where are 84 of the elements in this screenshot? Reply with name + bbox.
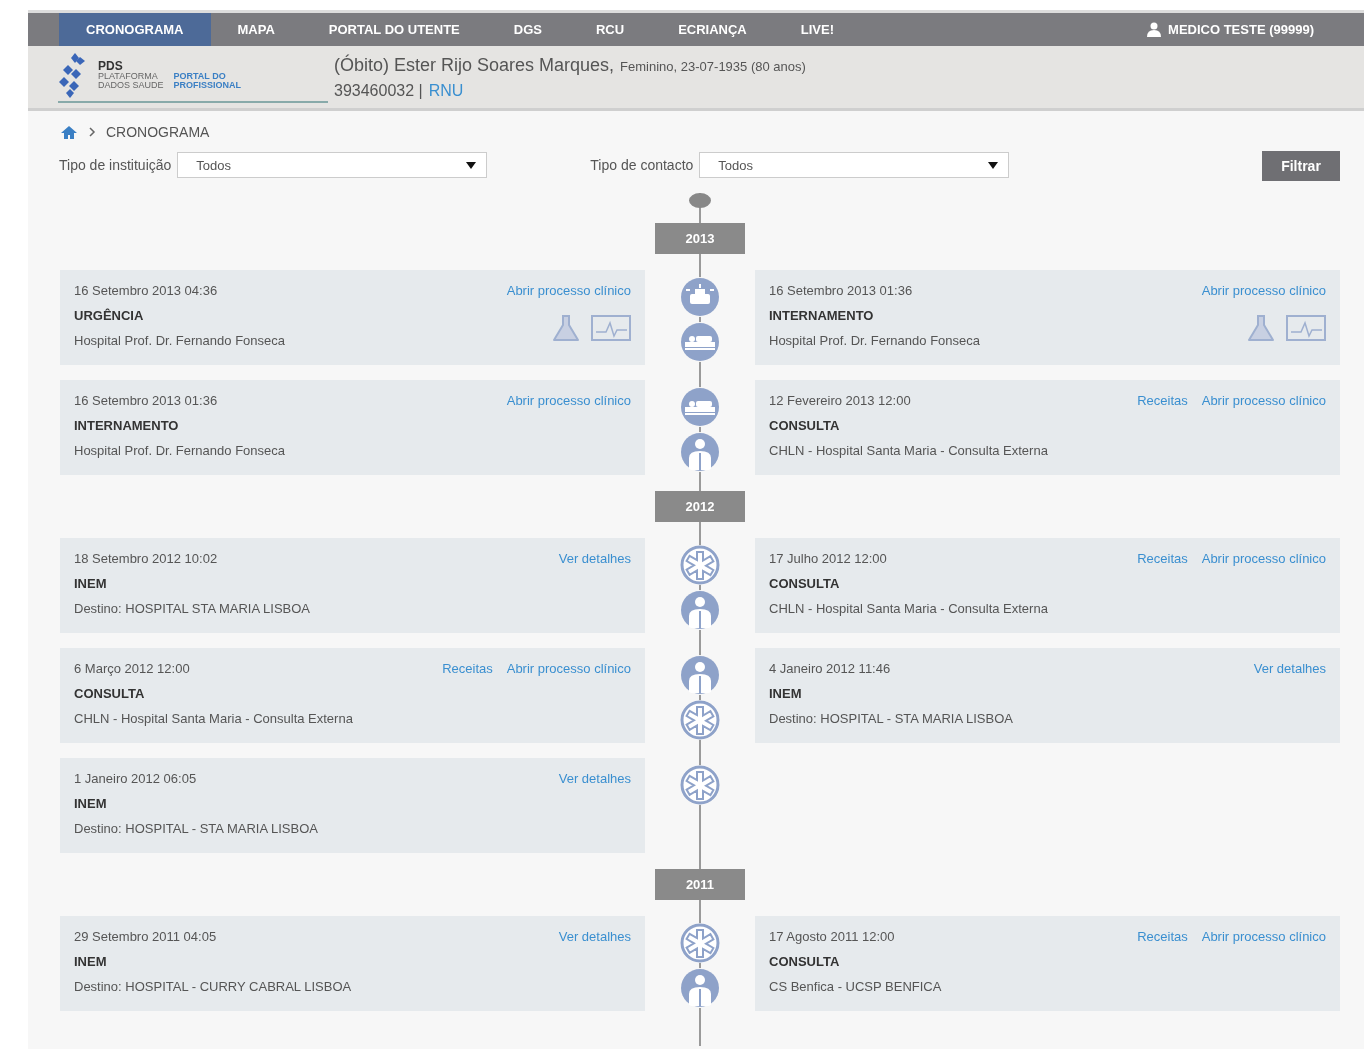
event-link[interactable]: Abrir processo clínico bbox=[506, 283, 631, 298]
year-label: 2013 bbox=[655, 223, 745, 254]
event-link[interactable]: Ver detalhes bbox=[558, 551, 631, 566]
logo-subtitle: PLATAFORMA bbox=[98, 72, 159, 81]
filter-dropdown[interactable]: Todos bbox=[699, 152, 1010, 178]
event-date: 18 Setembro 2012 10:02 bbox=[74, 551, 219, 566]
year-label: 2012 bbox=[655, 491, 745, 522]
event-date: 4 Janeiro 2012 11:46 bbox=[769, 661, 892, 676]
flask-icon[interactable] bbox=[551, 314, 581, 342]
event-type: INTERNAMENTO bbox=[769, 308, 875, 323]
event-type: CONSULTA bbox=[769, 418, 841, 433]
filter-label: Tipo de contacto bbox=[590, 157, 694, 173]
nav-tab[interactable]: ECRIANÇA bbox=[651, 13, 774, 46]
event-location: Destino: HOSPITAL - STA MARIA LISBOA bbox=[769, 711, 1014, 726]
nav-tab[interactable]: LIVE! bbox=[773, 13, 861, 46]
caret-icon bbox=[466, 161, 477, 169]
event-type: INEM bbox=[74, 796, 108, 811]
portal-label: PROFISSIONAL bbox=[173, 81, 242, 90]
user-icon bbox=[1146, 22, 1163, 37]
event-link[interactable]: Abrir processo clínico bbox=[1201, 929, 1326, 944]
nav-tab[interactable]: DGS bbox=[486, 13, 569, 46]
event-date: 16 Setembro 2013 01:36 bbox=[769, 283, 914, 298]
portal-label: PORTAL DO bbox=[173, 72, 227, 81]
year-label: 2011 bbox=[655, 869, 745, 900]
nav-tab[interactable]: PORTAL DO UTENTE bbox=[301, 13, 487, 46]
chart-icon[interactable] bbox=[1286, 315, 1326, 341]
patient-name: (Óbito) Ester Rijo Soares Marques, bbox=[334, 54, 615, 76]
timeline-start-dot bbox=[689, 193, 711, 208]
logo-subtitle: DADOS SAUDE bbox=[98, 81, 164, 90]
event-location: CHLN - Hospital Santa Maria - Consulta Externa bbox=[769, 443, 1049, 458]
event-link[interactable]: Receitas bbox=[1137, 551, 1188, 566]
event-location: Destino: HOSPITAL - CURRY CABRAL LISBOA bbox=[74, 979, 353, 994]
logo-title: PDS bbox=[98, 60, 124, 72]
flask-icon[interactable] bbox=[1246, 314, 1276, 342]
event-link[interactable]: Ver detalhes bbox=[558, 929, 631, 944]
event-date: 17 Agosto 2011 12:00 bbox=[769, 929, 896, 944]
event-type: INEM bbox=[74, 576, 108, 591]
event-location: CHLN - Hospital Santa Maria - Consulta Externa bbox=[769, 601, 1049, 616]
event-date: 12 Fevereiro 2013 12:00 bbox=[769, 393, 912, 408]
event-type: URGÊNCIA bbox=[74, 308, 145, 323]
patient-number: 393460032 | bbox=[334, 81, 423, 100]
event-link[interactable]: Abrir processo clínico bbox=[1201, 551, 1326, 566]
filter-label: Tipo de instituição bbox=[59, 157, 172, 173]
rnu-link[interactable]: RNU bbox=[428, 81, 464, 100]
event-link[interactable]: Abrir processo clínico bbox=[1201, 393, 1326, 408]
event-type: CONSULTA bbox=[769, 954, 841, 969]
event-date: 16 Setembro 2013 01:36 bbox=[74, 393, 219, 408]
user-name[interactable]: MEDICO TESTE (99999) bbox=[1168, 22, 1314, 37]
event-link[interactable]: Receitas bbox=[1137, 393, 1188, 408]
event-date: 6 Março 2012 12:00 bbox=[74, 661, 191, 676]
filter-dropdown[interactable]: Todos bbox=[177, 152, 488, 178]
chevron-icon bbox=[88, 127, 96, 137]
event-link[interactable]: Abrir processo clínico bbox=[506, 393, 631, 408]
nav-tab[interactable]: CRONOGRAMA bbox=[59, 13, 211, 46]
event-type: CONSULTA bbox=[74, 686, 146, 701]
event-date: 17 Julho 2012 12:00 bbox=[769, 551, 888, 566]
event-link[interactable]: Ver detalhes bbox=[558, 771, 631, 786]
event-location: Destino: HOSPITAL - STA MARIA LISBOA bbox=[74, 821, 319, 836]
event-location: CS Benfica - UCSP BENFICA bbox=[769, 979, 943, 994]
filter-button[interactable]: Filtrar bbox=[1262, 151, 1340, 181]
event-link[interactable]: Abrir processo clínico bbox=[1201, 283, 1326, 298]
event-link[interactable]: Receitas bbox=[1137, 929, 1188, 944]
event-type: INEM bbox=[769, 686, 803, 701]
event-location: CHLN - Hospital Santa Maria - Consulta Externa bbox=[74, 711, 354, 726]
patient-details: Feminino, 23-07-1935 (80 anos) bbox=[620, 58, 806, 74]
home-icon[interactable] bbox=[60, 125, 78, 139]
event-date: 1 Janeiro 2012 06:05 bbox=[74, 771, 198, 786]
event-link[interactable]: Abrir processo clínico bbox=[506, 661, 631, 676]
event-location: Hospital Prof. Dr. Fernando Fonseca bbox=[769, 333, 981, 348]
nav-tab[interactable]: RCU bbox=[568, 13, 652, 46]
event-location: Hospital Prof. Dr. Fernando Fonseca bbox=[74, 333, 286, 348]
event-date: 29 Setembro 2011 04:05 bbox=[74, 929, 218, 944]
nav-tab[interactable]: MAPA bbox=[210, 13, 302, 46]
breadcrumb-item[interactable]: CRONOGRAMA bbox=[106, 124, 210, 140]
event-type: INTERNAMENTO bbox=[74, 418, 180, 433]
event-location: Destino: HOSPITAL STA MARIA LISBOA bbox=[74, 601, 311, 616]
event-type: CONSULTA bbox=[769, 576, 841, 591]
event-date: 16 Setembro 2013 04:36 bbox=[74, 283, 219, 298]
event-link[interactable]: Receitas bbox=[442, 661, 493, 676]
chart-icon[interactable] bbox=[591, 315, 631, 341]
event-type: INEM bbox=[74, 954, 108, 969]
event-location: Hospital Prof. Dr. Fernando Fonseca bbox=[74, 443, 286, 458]
event-link[interactable]: Ver detalhes bbox=[1253, 661, 1326, 676]
caret-icon bbox=[988, 161, 999, 169]
